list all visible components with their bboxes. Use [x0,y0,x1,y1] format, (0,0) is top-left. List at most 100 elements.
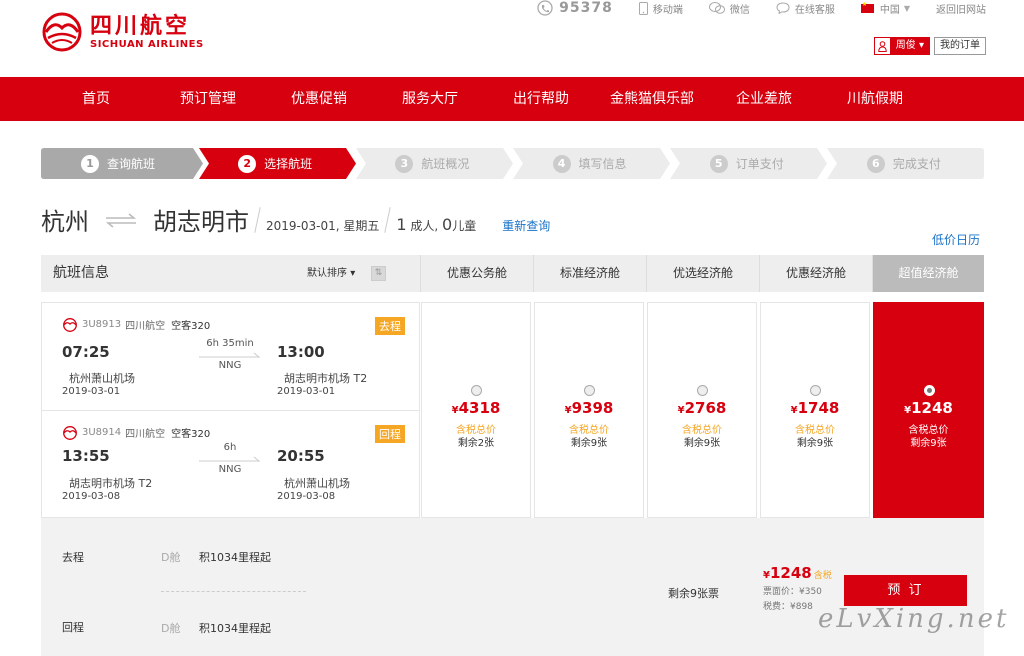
return-cabin-class: D舱 [161,622,181,635]
fare-option-discount-economy[interactable]: ¥1748 含税总价 剩余9张 [760,302,870,518]
booking-progress: 1 查询航班 2 选择航班 3 航班概况 4 填写信息 5 订单支付 6 完成支付 [41,148,984,179]
old-site-label: 返回旧网站 [936,4,986,16]
return-miles: 积1034里程起 [199,622,271,635]
low-price-calendar-link[interactable]: 低价日历 [932,231,980,248]
airline-logo-icon [63,425,77,440]
currency-symbol: ¥ [677,405,685,416]
nav-booking-management[interactable]: 预订管理 [180,77,236,121]
child-label: 儿童 [452,219,477,233]
chat-bubble-icon [776,2,790,14]
step-number: 4 [552,154,571,173]
return-label: 回程 [62,621,84,634]
departure-airport: 胡志明市机场 T2 [69,477,153,490]
book-button[interactable]: 预 订 [844,575,967,606]
seats-remaining: 剩余9张 [570,438,608,449]
currency-symbol: ¥ [763,570,770,581]
nav-corporate-travel[interactable]: 企业差旅 [736,77,792,121]
airline-name: 四川航空 [125,429,166,440]
step-number: 5 [709,154,728,173]
hotline: 95378 [536,0,613,16]
fare-radio[interactable] [697,385,708,396]
step-number: 6 [866,154,885,173]
mobile-icon [638,1,648,15]
round-trip-arrows-icon [105,213,137,228]
fare-radio[interactable] [471,385,482,396]
caret-down-icon: ▾ [350,268,356,279]
segment-return: 3U8914 四川航空 空客320 回程 13:55 6h NNG 20:55 … [42,410,419,517]
mobile-label: 移动端 [652,4,683,16]
divider [254,207,261,233]
fare-radio-selected[interactable] [924,385,935,396]
nav-service-hall[interactable]: 服务大厅 [402,77,458,121]
fare-price: ¥1748 [761,399,869,417]
arrival-airport: 胡志明市机场 T2 [284,372,368,385]
sort-order-icon[interactable]: ⇅ [371,266,386,281]
step-number: 3 [395,154,414,173]
flight-number: 3U8913 [82,319,122,330]
flight-duration: 6h [223,442,237,453]
base-fare: 票面价：¥350 [763,587,822,597]
divider [384,207,392,233]
fare-price: ¥9398 [535,399,643,417]
airline-name: 四川航空 [125,321,166,332]
utility-bar: 95378 移动端 微信 在线客服 中国 ▼ 返回旧网站 [510,0,986,16]
fare-radio[interactable] [810,385,821,396]
nav-holidays[interactable]: 川航假期 [847,77,903,121]
fare-price: ¥2768 [648,399,756,417]
price-value: 2768 [684,399,727,417]
flight-table-header: 航班信息 默认排序 ▾ ⇅ 优惠公务舱 标准经济舱 优选经济舱 优惠经济舱 超值… [41,255,984,292]
departure-date: 2019-03-01 [62,386,121,397]
step-label: 查询航班 [107,157,156,171]
requery-link[interactable]: 重新查询 [502,217,550,234]
seats-remaining: 剩余2张 [457,438,495,449]
fare-price: ¥1248 [874,399,983,417]
total-value: 1248 [769,564,812,582]
departure-time: 13:55 [62,447,110,465]
wechat-link[interactable]: 微信 [708,1,750,16]
mobile-link[interactable]: 移动端 [638,1,683,16]
cabin-header-value-economy: 超值经济舱 [872,255,984,292]
online-service-link[interactable]: 在线客服 [776,1,835,16]
chevron-down-icon: ▼ [903,3,910,13]
arrival-time: 20:55 [277,447,325,465]
aircraft-type[interactable]: 空客320 [171,425,210,440]
step-number: 1 [81,154,99,173]
region-selector[interactable]: 中国 ▼ [860,1,910,16]
phoenix-logo-icon [42,12,82,52]
departure-time: 07:25 [62,343,110,361]
direction-tag: 去程 [375,317,405,335]
arrival-date: 2019-03-08 [277,491,336,502]
my-orders-button[interactable]: 我的订单 [934,37,986,55]
nav-golden-panda-club[interactable]: 金熊猫俱乐部 [610,77,694,121]
step-payment: 5 订单支付 [670,148,827,179]
nav-promotions[interactable]: 优惠促销 [291,77,347,121]
adult-label: 成人, [410,219,439,233]
fare-price: ¥4318 [422,399,530,417]
wechat-label: 微信 [729,4,750,16]
user-menu-button[interactable]: 周俊 ▾ [873,37,930,55]
nav-home[interactable]: 首页 [82,77,110,121]
step-label: 填写信息 [578,157,627,171]
direction-tag: 回程 [375,425,405,443]
flight-number: 3U8914 [82,427,122,438]
price-value: 9398 [571,399,614,417]
sort-dropdown[interactable]: 默认排序 ▾ [307,255,355,292]
fare-option-value-economy[interactable]: ¥1248 含税总价 剩余9张 [873,302,984,518]
sichuan-airlines-logo[interactable]: 四川航空 SICHUAN AIRLINES [40,12,204,52]
outbound-label: 去程 [62,551,84,564]
seats-remaining: 剩余9张 [796,438,834,449]
duration-arrow-icon [199,352,261,358]
fare-option-business[interactable]: ¥4318 含税总价 剩余2张 [421,302,531,518]
fare-option-standard-economy[interactable]: ¥9398 含税总价 剩余9张 [534,302,644,518]
nav-travel-help[interactable]: 出行帮助 [513,77,569,121]
old-site-link[interactable]: 返回旧网站 [936,1,986,16]
brand-name-en: SICHUAN AIRLINES [90,38,204,50]
china-flag-icon [860,1,874,13]
step-search[interactable]: 1 查询航班 [41,148,198,179]
flight-segments: 3U8913 四川航空 空客320 去程 07:25 6h 35min NNG … [41,302,420,518]
aircraft-type[interactable]: 空客320 [171,317,210,332]
currency-symbol: ¥ [451,405,459,416]
fare-option-premium-economy[interactable]: ¥2768 含税总价 剩余9张 [647,302,757,518]
fare-radio[interactable] [584,385,595,396]
step-label: 选择航班 [264,157,313,171]
